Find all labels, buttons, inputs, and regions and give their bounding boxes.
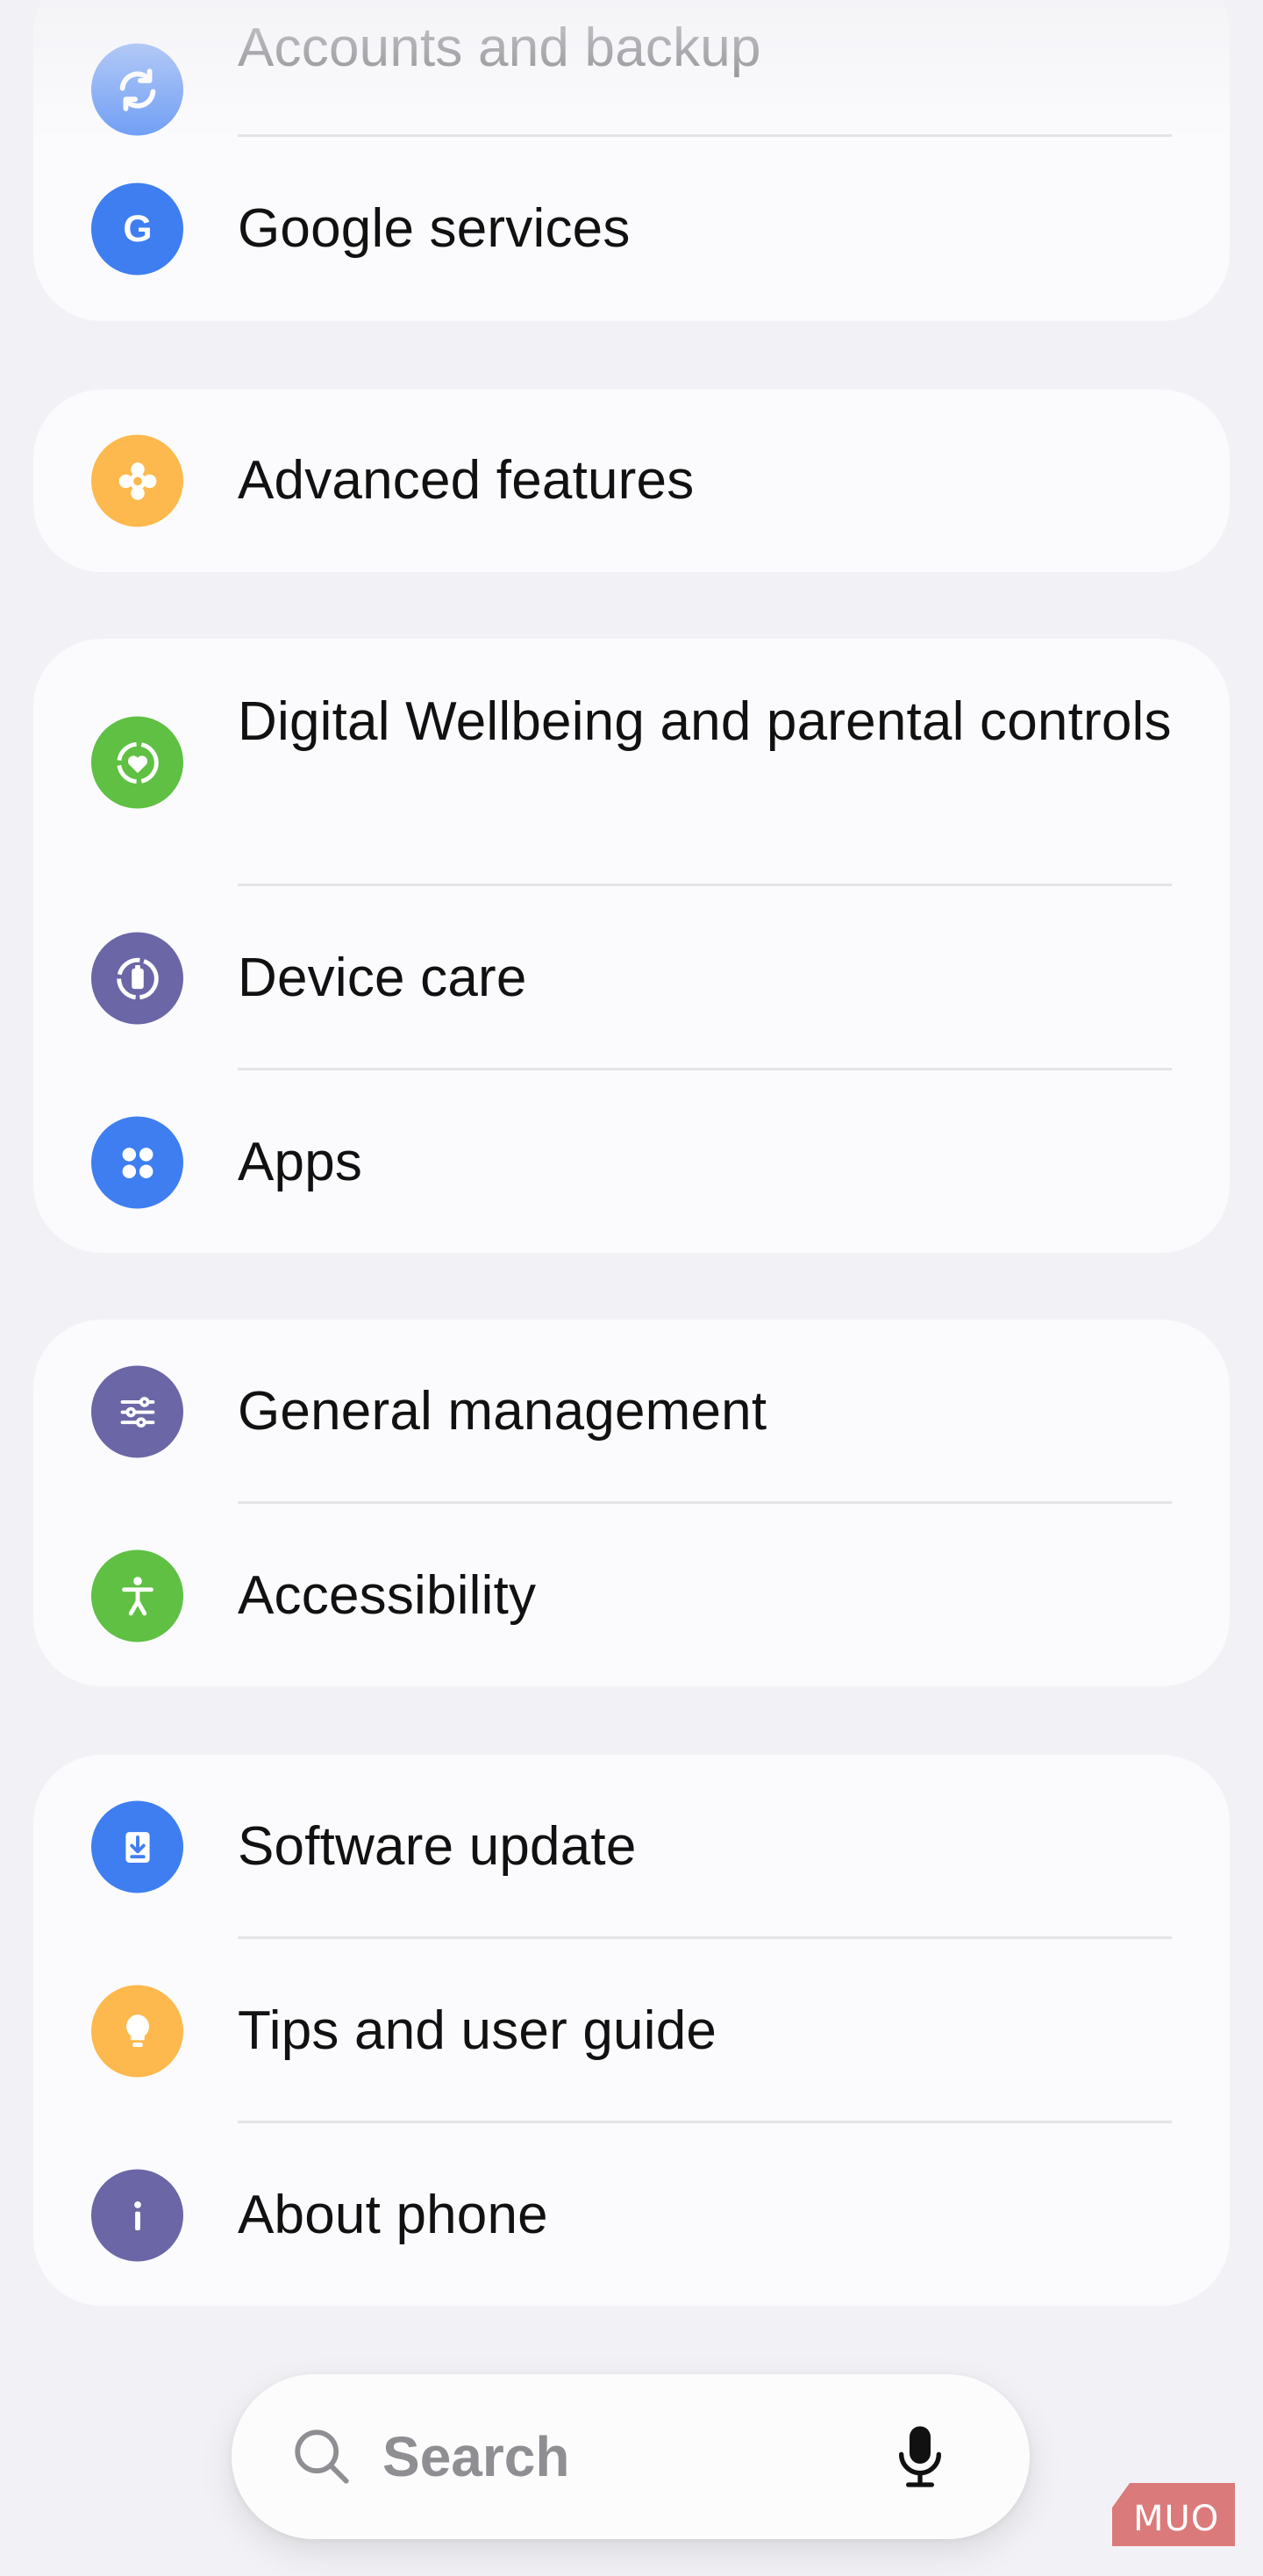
search-input[interactable]: Search [382, 2424, 569, 2489]
heart-ring-icon [91, 716, 183, 809]
info-icon [91, 2169, 183, 2262]
settings-group-support: Software update Tips and user guide Abou… [33, 1755, 1230, 2306]
settings-item-label: Apps [238, 1132, 363, 1192]
watermark-text: MUO [1133, 2499, 1220, 2539]
settings-item-label: Tips and user guide [238, 2000, 717, 2061]
lightbulb-icon [91, 1985, 183, 2078]
search-bar[interactable]: Search [232, 2374, 1030, 2539]
settings-item-digital-wellbeing[interactable]: Digital Wellbeing and parental controls [33, 639, 1230, 886]
settings-item-device-care[interactable]: Device care [33, 886, 1230, 1070]
settings-item-about-phone[interactable]: About phone [33, 2123, 1230, 2306]
settings-item-label: Accessibility [238, 1565, 537, 1626]
settings-item-accounts-backup[interactable]: Accounts and backup [33, 0, 1230, 137]
settings-item-apps[interactable]: Apps [33, 1070, 1230, 1253]
settings-item-label: Advanced features [238, 450, 695, 511]
search-icon [295, 2429, 349, 2484]
apps-grid-icon [91, 1116, 183, 1209]
settings-item-software-update[interactable]: Software update [33, 1755, 1230, 1939]
settings-item-label: Accounts and backup [238, 18, 761, 78]
settings-item-advanced-features[interactable]: Advanced features [33, 390, 1230, 572]
settings-item-label: Software update [238, 1816, 637, 1877]
puzzle-gear-icon [91, 434, 183, 527]
settings-group-accounts: Accounts and backup G Google services [33, 0, 1230, 321]
microphone-icon[interactable] [891, 2422, 949, 2492]
settings-item-label: Digital Wellbeing and parental controls [238, 691, 1172, 752]
settings-item-tips-user-guide[interactable]: Tips and user guide [33, 1939, 1230, 2123]
settings-item-label: Google services [238, 198, 631, 259]
settings-item-label: General management [238, 1381, 767, 1442]
settings-item-google-services[interactable]: G Google services [33, 137, 1230, 321]
svg-text:G: G [123, 208, 152, 250]
accessibility-icon [91, 1549, 183, 1642]
settings-item-label: About phone [238, 2185, 548, 2245]
google-icon: G [91, 182, 183, 275]
settings-group-management: General management Accessibility [33, 1320, 1230, 1686]
sync-icon [91, 43, 183, 136]
battery-ring-icon [91, 932, 183, 1025]
download-icon [91, 1800, 183, 1893]
settings-item-general-management[interactable]: General management [33, 1320, 1230, 1504]
settings-item-label: Device care [238, 948, 527, 1008]
settings-group-advanced: Advanced features [33, 390, 1230, 572]
settings-item-accessibility[interactable]: Accessibility [33, 1504, 1230, 1686]
sliders-icon [91, 1365, 183, 1458]
settings-group-wellbeing: Digital Wellbeing and parental controls … [33, 639, 1230, 1253]
